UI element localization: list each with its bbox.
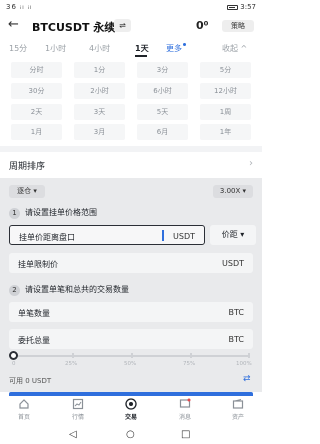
message-icon — [179, 398, 191, 408]
tab-collapse[interactable]: 收起 ^ — [222, 43, 247, 54]
section-divider — [0, 146, 262, 152]
grid-bot-icon[interactable]: 0⁰ — [196, 19, 208, 32]
period-option[interactable]: 30分 — [11, 83, 62, 99]
chevron-up-icon: ^ — [240, 44, 248, 53]
tab-15m[interactable]: 15分 — [9, 43, 27, 54]
step-number: 1 — [9, 208, 20, 219]
period-option[interactable]: 1周 — [200, 104, 251, 120]
battery-time: 3:57 — [227, 3, 256, 11]
chevron-right-icon[interactable]: › — [249, 158, 253, 169]
period-option[interactable]: 6月 — [137, 124, 188, 140]
single-amount-input[interactable]: 单笔数量 BTC — [9, 302, 253, 322]
slider-label: 100% — [236, 361, 252, 367]
margin-mode-select[interactable]: 逐仓 ▾ — [9, 185, 45, 198]
period-option[interactable]: 2天 — [11, 104, 62, 120]
single-label: 单笔数量 — [18, 309, 50, 318]
distance-label: 挂单价距离盘口 — [19, 233, 75, 242]
period-option[interactable]: 5分 — [200, 62, 251, 78]
period-option[interactable]: 3月 — [74, 124, 125, 140]
period-sort-label[interactable]: 周期排序 — [9, 159, 45, 172]
step-title: 请设置单笔和总共的交易数量 — [25, 285, 129, 294]
period-option[interactable]: 1月 — [11, 124, 62, 140]
nav-messages[interactable]: 消息 — [165, 398, 205, 421]
single-unit: BTC — [228, 308, 245, 317]
markets-icon — [72, 398, 84, 410]
status-bar: 36 ᵢₗ ᵢₗ 3:57 — [0, 0, 262, 14]
period-option[interactable]: 1年 — [200, 124, 251, 140]
active-tab-indicator — [135, 55, 147, 57]
nav-trade[interactable]: 交易 — [111, 398, 151, 421]
slider-tick — [190, 353, 192, 358]
slider-tick — [131, 353, 133, 358]
strategy-button[interactable]: 策略 — [222, 20, 254, 32]
system-home-icon[interactable]: ○ — [126, 429, 135, 440]
slider-label: 25% — [65, 361, 78, 367]
battery-icon — [227, 4, 239, 10]
trade-icon — [125, 398, 137, 410]
distance-unit: USDT — [173, 232, 195, 241]
period-option[interactable]: 12小时 — [200, 83, 251, 99]
tab-1h[interactable]: 1小时 — [45, 43, 66, 54]
swap-icon[interactable]: ⇌ — [114, 19, 131, 32]
limit-price-input[interactable]: 挂单限制价 USDT — [9, 253, 253, 273]
nav-markets[interactable]: 行情 — [58, 398, 98, 421]
period-option[interactable]: 2小时 — [74, 83, 125, 99]
tab-more[interactable]: 更多 — [166, 43, 186, 54]
slider-tick — [72, 353, 74, 358]
wallet-icon — [232, 399, 244, 409]
period-option[interactable]: 6小时 — [137, 83, 188, 99]
spread-select[interactable]: 价距 ▾ — [210, 225, 256, 245]
text-cursor — [162, 230, 164, 241]
system-nav-bar: ◁ ○ □ — [0, 426, 262, 444]
step-title: 请设置挂单价格范围 — [25, 208, 97, 217]
total-label: 委托总量 — [18, 336, 50, 345]
signal-indicator: 36 ᵢₗ ᵢₗ — [6, 3, 33, 11]
bottom-nav: 首页 行情 交易 消息 资产 — [0, 396, 262, 426]
symbol-title[interactable]: BTCUSDT 永续 — [32, 19, 115, 35]
slider-label: 0 — [12, 361, 16, 367]
more-dot-icon — [183, 43, 186, 46]
top-header: ← BTCUSDT 永续 ⇌ 0⁰ 策略 — [0, 14, 262, 38]
step-2: 2 请设置单笔和总共的交易数量 — [9, 284, 129, 296]
step-number: 2 — [9, 285, 20, 296]
period-option[interactable]: 5天 — [137, 104, 188, 120]
transfer-icon[interactable]: ⇄ — [243, 374, 251, 384]
step-1: 1 请设置挂单价格范围 — [9, 207, 97, 219]
slider-label: 75% — [183, 361, 196, 367]
period-option[interactable]: 3天 — [74, 104, 125, 120]
period-option[interactable]: 3分 — [137, 62, 188, 78]
interval-tabs: 15分 1小时 4小时 1天 更多 收起 ^ — [0, 40, 262, 57]
slider-tick — [248, 353, 250, 358]
nav-assets[interactable]: 资产 — [218, 398, 258, 421]
back-arrow-icon[interactable]: ← — [8, 18, 19, 32]
nav-home[interactable]: 首页 — [4, 398, 44, 421]
period-option[interactable]: 1分 — [74, 62, 125, 78]
home-icon — [19, 399, 29, 409]
available-balance: 可用 0 USDT — [9, 377, 52, 385]
clock: 3:57 — [240, 3, 256, 11]
tab-1d[interactable]: 1天 — [135, 43, 149, 54]
period-option[interactable]: 分时 — [11, 62, 62, 78]
leverage-select[interactable]: 3.00X ▾ — [213, 185, 253, 198]
tab-4h[interactable]: 4小时 — [89, 43, 110, 54]
limit-label: 挂单限制价 — [18, 260, 58, 269]
slider-label: 50% — [124, 361, 137, 367]
system-recents-icon[interactable]: □ — [181, 429, 190, 440]
total-unit: BTC — [228, 335, 245, 344]
system-back-icon[interactable]: ◁ — [69, 429, 77, 440]
distance-input[interactable]: 挂单价距离盘口 USDT — [9, 225, 205, 245]
limit-unit: USDT — [222, 259, 244, 268]
amount-slider-handle[interactable] — [9, 351, 18, 360]
total-amount-input[interactable]: 委托总量 BTC — [9, 329, 253, 349]
